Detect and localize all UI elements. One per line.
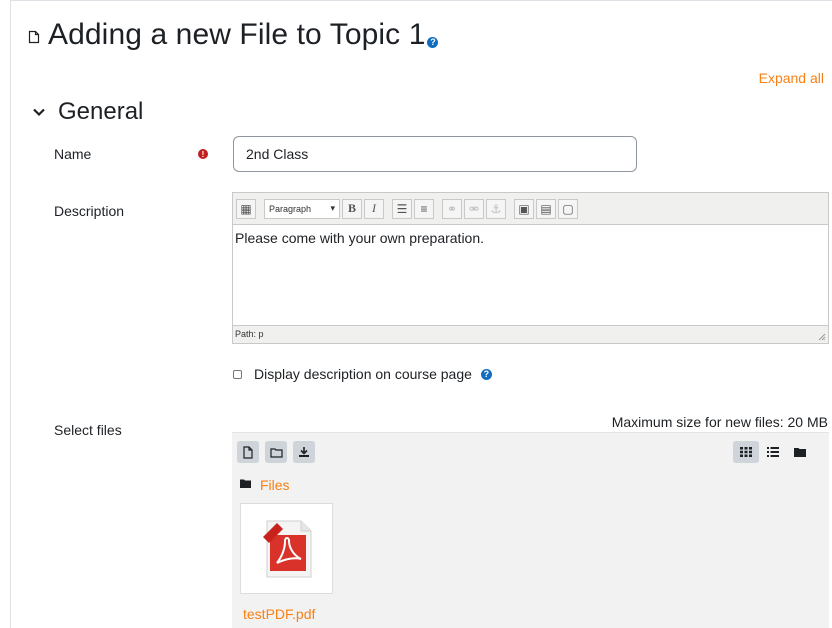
view-list-button[interactable] (760, 441, 786, 463)
editor-toolbar: ▦ Paragraph ▾ B I ☰ ≡ ⚭ ⚮ ⚓ ▣ ▤ ▢ (233, 193, 828, 225)
name-input[interactable] (233, 136, 637, 172)
folder-outline-icon (269, 447, 283, 458)
create-folder-button[interactable] (265, 441, 287, 463)
toolbar-toggle-button[interactable]: ▦ (236, 198, 256, 219)
editor-content[interactable]: Please come with your own preparation. (233, 225, 828, 325)
dropdown-arrow-icon: ▾ (330, 203, 335, 213)
folder-icon (240, 479, 251, 488)
help-icon[interactable]: ? (480, 368, 492, 380)
display-description-label: Display description on course page (254, 366, 472, 382)
select-files-label: Select files (54, 422, 122, 438)
expand-all-link[interactable]: Expand all (759, 70, 824, 86)
format-select[interactable]: Paragraph ▾ (264, 198, 340, 219)
download-icon (299, 447, 309, 457)
file-tile[interactable] (240, 503, 333, 594)
folder-icon (794, 448, 806, 457)
pdf-icon (262, 520, 311, 577)
section-title: General (58, 98, 144, 125)
chevron-down-icon (33, 108, 45, 117)
page-title: Adding a new File to Topic 1 ? (28, 18, 439, 52)
editor-path: Path: p (235, 329, 264, 339)
list-icon (767, 447, 779, 457)
display-description-row: Display description on course page ? (233, 366, 492, 382)
file-icon (28, 30, 40, 44)
view-tree-button[interactable] (787, 441, 813, 463)
description-label: Description (54, 203, 125, 219)
name-label: Name (54, 146, 92, 162)
resize-grip-icon[interactable] (818, 333, 826, 341)
grid-icon (740, 447, 752, 457)
download-button[interactable] (293, 441, 315, 463)
format-select-value: Paragraph (269, 203, 312, 214)
numbered-list-button[interactable]: ≡ (414, 198, 434, 219)
required-icon: ! (198, 149, 208, 159)
section-general-header[interactable]: General (32, 98, 143, 126)
page-heading: Adding a new File to Topic 1 (48, 18, 426, 51)
paste-button[interactable]: ▢ (558, 198, 578, 219)
description-editor[interactable]: ▦ Paragraph ▾ B I ☰ ≡ ⚭ ⚮ ⚓ ▣ ▤ ▢ Please… (232, 192, 829, 344)
file-name[interactable]: testPDF.pdf (243, 606, 315, 622)
bullet-list-button[interactable]: ☰ (392, 198, 412, 219)
anchor-button[interactable]: ⚓ (486, 198, 506, 219)
editor-status-bar: Path: p (233, 325, 828, 343)
add-file-button[interactable] (237, 441, 259, 463)
image-button[interactable]: ▣ (514, 198, 534, 219)
file-manager: Files testPDF.pdf (232, 432, 829, 628)
new-file-icon (243, 445, 253, 459)
link-button[interactable]: ⚭ (442, 198, 462, 219)
view-icons-button[interactable] (733, 441, 759, 463)
files-breadcrumb-label: Files (260, 477, 290, 493)
help-icon[interactable]: ? (427, 36, 439, 48)
display-description-checkbox[interactable] (233, 369, 242, 379)
files-breadcrumb[interactable]: Files (240, 477, 290, 493)
italic-button[interactable]: I (364, 198, 384, 219)
max-size-info: Maximum size for new files: 20 MB (611, 414, 828, 430)
media-button[interactable]: ▤ (536, 198, 556, 219)
unlink-button[interactable]: ⚮ (464, 198, 484, 219)
bold-button[interactable]: B (342, 198, 362, 219)
